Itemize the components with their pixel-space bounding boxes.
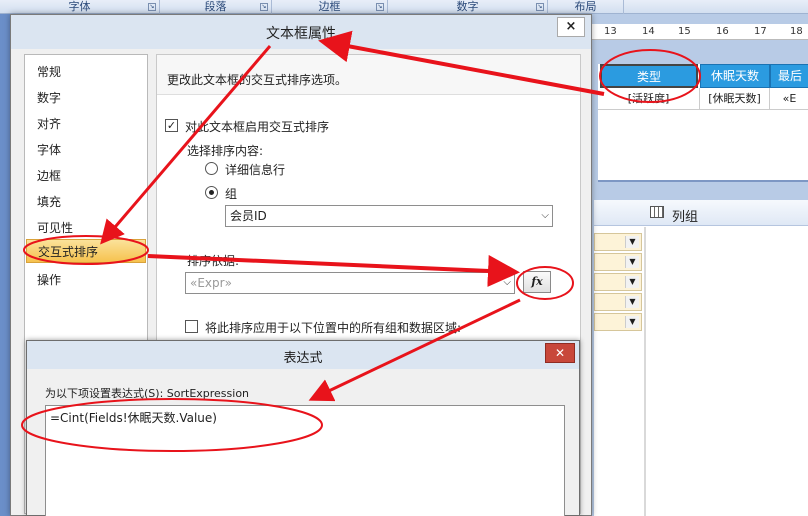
dialog-title: 文本框属性 <box>266 26 336 42</box>
ruler-tick: 16 <box>716 26 729 37</box>
dialog-launcher-icon[interactable]: ↘ <box>376 3 384 11</box>
ribbon-group-font: 字体 ↘ <box>0 0 160 14</box>
header-cell-label: 休眠天数 <box>710 69 759 83</box>
row-group-dropdown[interactable]: ▼ <box>594 273 642 291</box>
chevron-down-icon[interactable]: ▼ <box>625 236 639 248</box>
nav-item-fill[interactable]: 填充 <box>37 193 61 210</box>
row-group-dropdown[interactable]: ▼ <box>594 293 642 311</box>
nav-item-interactive-sort[interactable]: 交互式排序 <box>26 239 146 263</box>
ruler-tick: 14 <box>642 26 655 37</box>
radio-detail-label: 详细信息行 <box>225 163 286 177</box>
table-icon <box>650 206 664 218</box>
header-cell-label: 最后 <box>777 69 802 83</box>
enable-sort-label: 对此文本框启用交互式排序 <box>185 120 330 134</box>
nav-item-alignment[interactable]: 对齐 <box>37 115 61 132</box>
data-cell[interactable]: «E <box>770 88 808 110</box>
nav-item-action[interactable]: 操作 <box>37 271 61 288</box>
expression-title: 表达式 <box>283 351 323 366</box>
ruler-tick: 15 <box>678 26 691 37</box>
column-groups-pane: ▼ ▼ ▼ ▼ ▼ <box>594 200 808 516</box>
dialog-launcher-icon[interactable]: ↘ <box>148 3 156 11</box>
nav-item-general[interactable]: 常规 <box>37 63 61 80</box>
ribbon-group-label: 数字 <box>456 0 479 13</box>
dialog-launcher-icon[interactable]: ↘ <box>260 3 268 11</box>
ribbon-group-layout: 布局 <box>548 0 624 14</box>
expression-titlebar[interactable]: 表达式 ✕ <box>27 341 579 369</box>
expression-fx-button[interactable]: fx <box>523 271 551 293</box>
radio-group-label: 组 <box>225 187 238 201</box>
header-cell-dormant-days[interactable]: 休眠天数 <box>700 64 770 88</box>
design-canvas <box>598 110 808 182</box>
tablix-data-row: [活跃度] [休眠天数] «E <box>598 88 808 110</box>
nav-item-border[interactable]: 边框 <box>37 167 61 184</box>
row-group-dropdown[interactable]: ▼ <box>594 253 642 271</box>
ruler-tick: 17 <box>754 26 767 37</box>
nav-item-font[interactable]: 字体 <box>37 141 61 158</box>
row-group-dropdown[interactable]: ▼ <box>594 313 642 331</box>
set-expression-label: 为以下项设置表达式(S): SortExpression <box>45 387 250 400</box>
ribbon-group-border: 边框 ↘ <box>272 0 388 14</box>
header-cell-last[interactable]: 最后 <box>770 64 808 88</box>
ribbon-group-label: 布局 <box>574 0 597 13</box>
data-cell[interactable]: [活跃度] <box>598 88 700 110</box>
group-select[interactable]: 会员ID ⌵ <box>225 205 553 227</box>
dialog-launcher-icon[interactable]: ↘ <box>536 3 544 11</box>
group-select-value: 会员ID <box>230 209 267 223</box>
chevron-down-icon[interactable]: ▼ <box>625 296 639 308</box>
expression-text: =Cint(Fields!休眠天数.Value) <box>50 411 217 425</box>
column-groups-title: 列组 <box>672 210 699 225</box>
header-cell-label: 类型 <box>636 70 661 84</box>
chevron-down-icon[interactable]: ▼ <box>625 276 639 288</box>
apply-all-checkbox[interactable] <box>185 320 198 333</box>
close-button[interactable]: × <box>557 17 585 37</box>
horizontal-ruler: 13 14 15 16 17 18 <box>590 24 808 40</box>
chevron-down-icon[interactable]: ⌵ <box>503 273 511 293</box>
nav-item-number[interactable]: 数字 <box>37 89 61 106</box>
choose-content-label: 选择排序内容: <box>187 144 264 158</box>
ruler-tick: 18 <box>790 26 803 37</box>
chevron-down-icon[interactable]: ⌵ <box>541 206 549 226</box>
apply-all-label: 将此排序应用于以下位置中的所有组和数据区域: <box>205 321 462 335</box>
page-description: 更改此文本框的交互式排序选项。 <box>167 73 348 87</box>
pane-divider <box>644 227 646 516</box>
column-groups-header: 列组 <box>594 200 808 226</box>
tablix-header-row: 类型 休眠天数 最后 <box>598 64 808 88</box>
expression-editor[interactable]: =Cint(Fields!休眠天数.Value) <box>45 405 565 516</box>
dialog-titlebar[interactable]: 文本框属性 × <box>11 15 591 49</box>
expression-dialog: 表达式 ✕ 为以下项设置表达式(S): SortExpression =Cint… <box>26 340 580 516</box>
ribbon-group-label: 段落 <box>204 0 227 13</box>
ribbon-group-paragraph: 段落 ↘ <box>160 0 272 14</box>
sort-by-expression-input[interactable]: «Expr» ⌵ <box>185 272 515 294</box>
sort-by-label: 排序依据: <box>187 254 240 268</box>
radio-detail-rows[interactable] <box>205 162 218 175</box>
data-cell[interactable]: [休眠天数] <box>700 88 770 110</box>
close-button[interactable]: ✕ <box>545 343 575 363</box>
content-description-bar: 更改此文本框的交互式排序选项。 <box>157 55 580 95</box>
ribbon-group-label: 边框 <box>318 0 341 13</box>
enable-sort-checkbox[interactable]: ✓ <box>165 119 178 132</box>
chevron-down-icon[interactable]: ▼ <box>625 256 639 268</box>
sort-by-placeholder: «Expr» <box>190 276 232 290</box>
ribbon-group-label: 字体 <box>68 0 91 13</box>
radio-group[interactable] <box>205 186 218 199</box>
nav-item-visibility[interactable]: 可见性 <box>37 219 73 236</box>
chevron-down-icon[interactable]: ▼ <box>625 316 639 328</box>
row-group-dropdown[interactable]: ▼ <box>594 233 642 251</box>
ribbon-group-number: 数字 ↘ <box>388 0 548 14</box>
ruler-tick: 13 <box>604 26 617 37</box>
header-cell-type[interactable]: 类型 <box>600 64 698 88</box>
ribbon-group-labels: 字体 ↘ 段落 ↘ 边框 ↘ 数字 ↘ 布局 <box>0 0 808 14</box>
